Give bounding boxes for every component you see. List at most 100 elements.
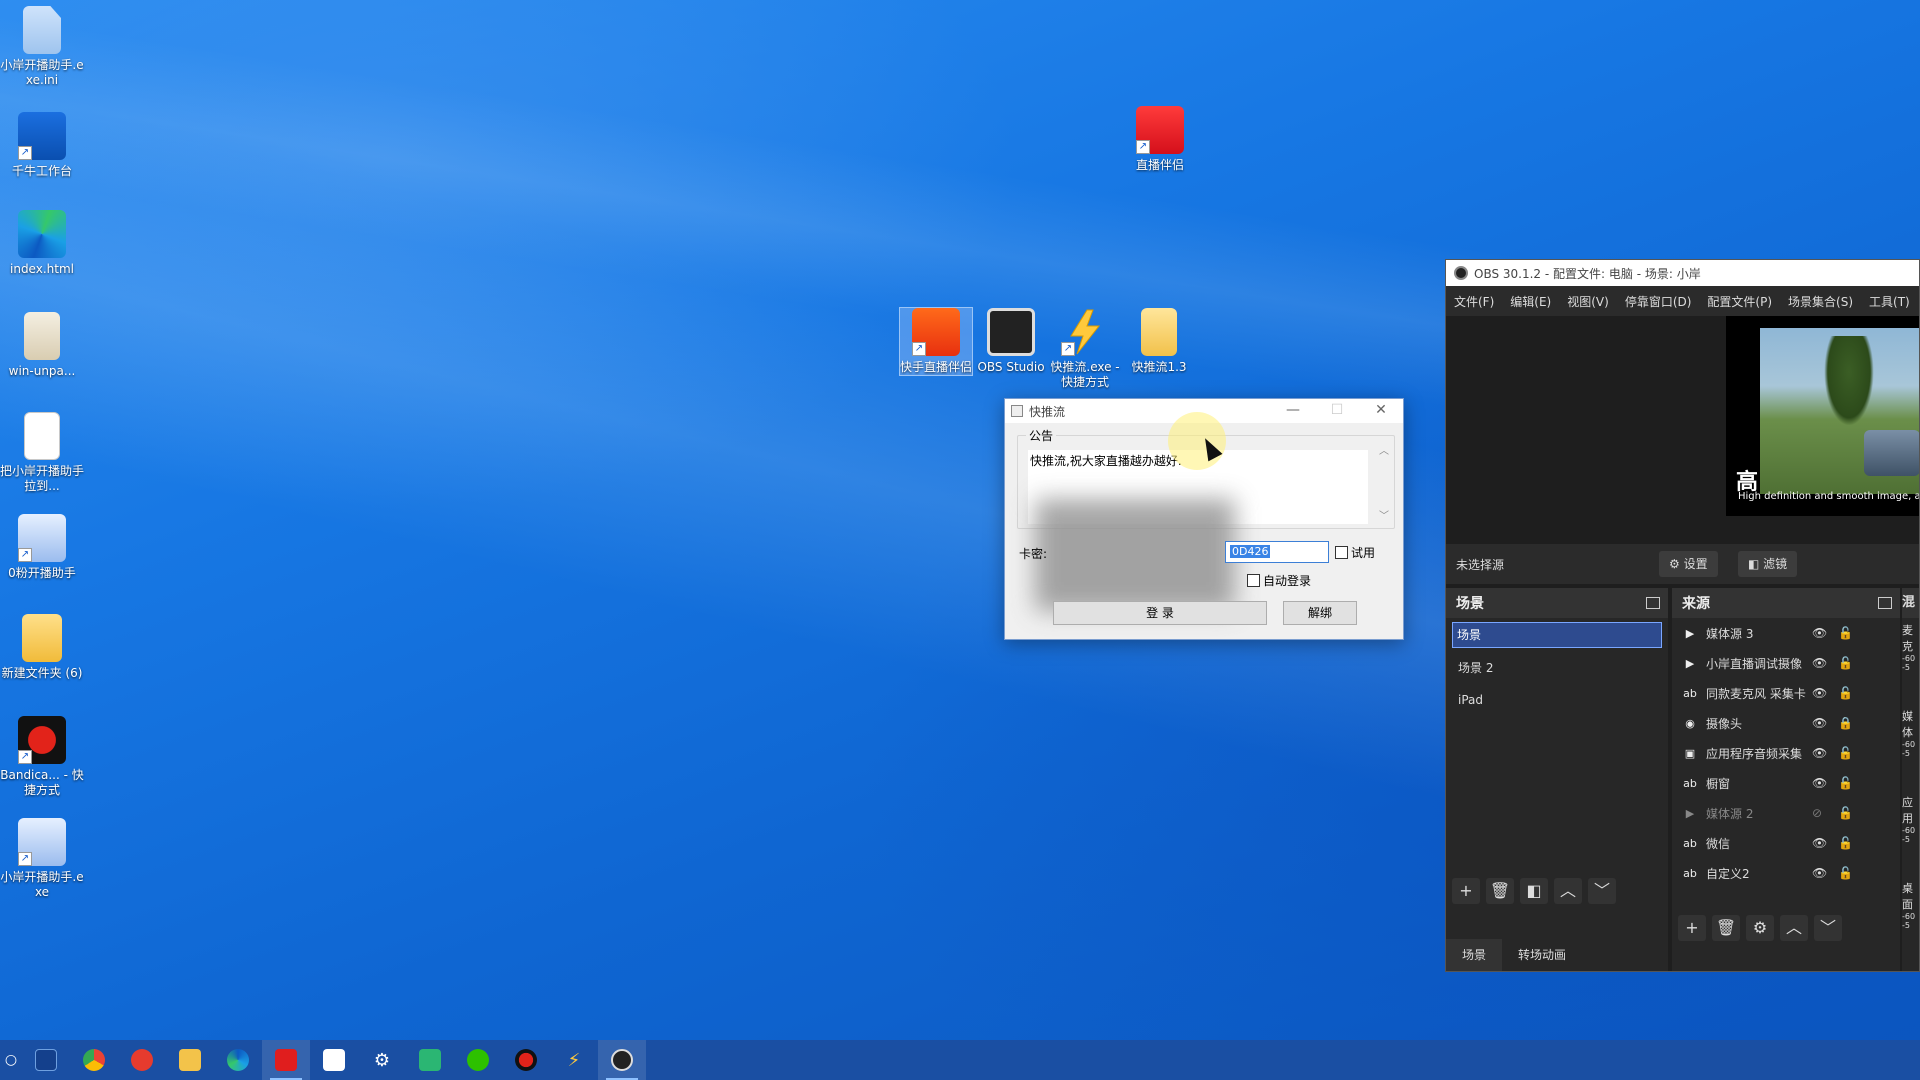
lock-icon[interactable]: 🔓	[1838, 866, 1853, 880]
menu-scene-collection[interactable]: 场景集合(S)	[1780, 293, 1861, 310]
arrow-down-icon[interactable]: ﹀	[1814, 915, 1842, 941]
menu-profile[interactable]: 配置文件(P)	[1699, 293, 1780, 310]
tab-scenes[interactable]: 场景	[1446, 939, 1503, 971]
taskbar-app-edge[interactable]	[214, 1040, 262, 1080]
source-settings-button[interactable]: ⚙ 设置	[1659, 551, 1718, 577]
desktop-icon-live-partner[interactable]: ↗ 直播伴侣	[1118, 106, 1202, 173]
desktop-icon-bandicam[interactable]: ↗ Bandica... - 快捷方式	[0, 716, 84, 798]
unbind-button[interactable]: 解绑	[1283, 601, 1357, 625]
notice-scrollbar[interactable]: ︿ ﹀	[1376, 442, 1392, 522]
scroll-up-icon[interactable]: ︿	[1379, 442, 1389, 457]
source-item[interactable]: ab 自定义2 👁 🔓	[1672, 858, 1900, 888]
lock-icon[interactable]: 🔒	[1838, 716, 1853, 730]
eye-icon[interactable]: 👁	[1812, 686, 1827, 700]
taskbar-app-kuaituiliu[interactable]: ⚡	[550, 1040, 598, 1080]
scene-item[interactable]: 场景 2	[1446, 652, 1668, 684]
source-item[interactable]: ▶ 媒体源 2 ⊘ 🔓	[1672, 798, 1900, 828]
desktop-icon-ini-file[interactable]: 小岸开播助手.exe.ini	[0, 6, 84, 88]
gear-icon: ⚙	[373, 1049, 391, 1071]
desktop-icon-obs-studio[interactable]: OBS Studio	[974, 308, 1048, 375]
source-item[interactable]: ▶ 媒体源 3 👁 🔓	[1672, 618, 1900, 648]
undock-icon[interactable]	[1878, 597, 1892, 609]
desktop-icon-new-folder[interactable]: 新建文件夹 (6)	[0, 614, 84, 681]
add-icon[interactable]: +	[1678, 915, 1706, 941]
menu-docks[interactable]: 停靠窗口(D)	[1617, 293, 1700, 310]
eye-icon[interactable]: 👁	[1812, 656, 1827, 670]
trial-checkbox[interactable]: 试用	[1335, 544, 1375, 561]
obs-title-bar[interactable]: OBS 30.1.2 - 配置文件: 电脑 - 场景: 小岸	[1446, 260, 1919, 286]
scene-item[interactable]: 场景	[1452, 622, 1662, 648]
lock-icon[interactable]: 🔓	[1838, 626, 1853, 640]
lock-icon[interactable]: 🔓	[1838, 806, 1853, 820]
source-item[interactable]: ◉ 摄像头 👁 🔒	[1672, 708, 1900, 738]
menu-view[interactable]: 视图(V)	[1559, 293, 1617, 310]
lock-icon[interactable]: 🔓	[1838, 656, 1853, 670]
maximize-button[interactable]: ☐	[1315, 399, 1359, 423]
lock-icon[interactable]: 🔓	[1838, 836, 1853, 850]
eye-icon[interactable]: 👁	[1812, 746, 1827, 760]
eye-icon[interactable]: 👁	[1812, 866, 1827, 880]
card-key-input[interactable]: 0D426	[1225, 541, 1329, 563]
desktop-icon-win-unpacked[interactable]: win-unpa...	[0, 312, 84, 379]
desktop-icon-qianniu[interactable]: ↗ 千牛工作台	[0, 112, 84, 179]
desktop-icon-kuaituiliu-folder[interactable]: 快推流1.3	[1122, 308, 1196, 375]
source-item[interactable]: ab 微信 👁 🔓	[1672, 828, 1900, 858]
eye-icon[interactable]: 👁	[1812, 776, 1827, 790]
scene-item[interactable]: iPad	[1446, 684, 1668, 716]
tab-transitions[interactable]: 转场动画	[1502, 939, 1582, 971]
arrow-down-icon[interactable]: ﹀	[1588, 878, 1616, 904]
trash-icon[interactable]: 🗑	[1486, 878, 1514, 904]
taskbar-app-obs[interactable]	[598, 1040, 646, 1080]
scroll-down-icon[interactable]: ﹀	[1379, 507, 1389, 522]
desktop-icon-kuaituiliu-shortcut[interactable]: ↗ 快推流.exe - 快捷方式	[1048, 308, 1122, 390]
text-source-icon: ab	[1683, 776, 1697, 790]
auto-login-checkbox[interactable]: 自动登录	[1247, 572, 1311, 589]
arrow-up-icon[interactable]: ︿	[1780, 915, 1808, 941]
minimize-button[interactable]: —	[1271, 399, 1315, 423]
folder-icon	[22, 614, 62, 662]
taskbar-app-qianniu[interactable]	[310, 1040, 358, 1080]
undock-icon[interactable]	[1646, 597, 1660, 609]
lock-icon[interactable]: 🔓	[1838, 776, 1853, 790]
folder-drive-icon	[24, 312, 60, 360]
eye-icon[interactable]: 👁	[1812, 716, 1827, 730]
taskbar-app-chrome[interactable]	[70, 1040, 118, 1080]
taskbar-app-kuaishou[interactable]	[22, 1040, 70, 1080]
desktop-icon-kuaishou-live[interactable]: ↗ 快手直播伴侣	[899, 307, 973, 376]
app-icon	[419, 1049, 441, 1071]
eye-icon[interactable]: 👁	[1812, 836, 1827, 850]
taskbar-app-terminal[interactable]	[406, 1040, 454, 1080]
lock-icon[interactable]: 🔓	[1838, 686, 1853, 700]
source-item[interactable]: ▣ 应用程序音频采集 👁 🔓	[1672, 738, 1900, 768]
eye-hidden-icon[interactable]: ⊘	[1812, 806, 1822, 820]
taskbar-app-wechat[interactable]	[454, 1040, 502, 1080]
filter-icon[interactable]: ◧	[1520, 878, 1548, 904]
taskbar-app-bandicam[interactable]	[502, 1040, 550, 1080]
source-item[interactable]: ab 同款麦克风 采集卡 👁 🔓	[1672, 678, 1900, 708]
add-icon[interactable]: +	[1452, 878, 1480, 904]
source-filters-button[interactable]: ◧ 滤镜	[1738, 551, 1798, 577]
desktop-icon-index-html[interactable]: index.html	[0, 210, 84, 277]
trash-icon[interactable]: 🗑	[1712, 915, 1740, 941]
source-item[interactable]: ▶ 小岸直播调试摄像 👁 🔓	[1672, 648, 1900, 678]
menu-tools[interactable]: 工具(T)	[1861, 293, 1918, 310]
login-button[interactable]: 登 录	[1053, 601, 1267, 625]
taskbar-app-live[interactable]	[262, 1040, 310, 1080]
menu-edit[interactable]: 编辑(E)	[1502, 293, 1559, 310]
lock-icon[interactable]: 🔓	[1838, 746, 1853, 760]
gear-icon[interactable]: ⚙	[1746, 915, 1774, 941]
source-item[interactable]: ab 橱窗 👁 🔓	[1672, 768, 1900, 798]
close-button[interactable]: ✕	[1359, 399, 1403, 423]
desktop-icon-0fans[interactable]: ↗ 0粉开播助手	[0, 514, 84, 581]
menu-file[interactable]: 文件(F)	[1446, 293, 1502, 310]
app-audio-icon: ▣	[1684, 746, 1696, 760]
obs-preview[interactable]: 高 High definition and smooth image, au	[1446, 316, 1919, 534]
taskbar-app-explorer[interactable]	[166, 1040, 214, 1080]
eye-icon[interactable]: 👁	[1812, 626, 1827, 640]
desktop-icon-text-doc[interactable]: 把小岸开播助手拉到...	[0, 412, 84, 494]
taskbar-app-netease[interactable]	[118, 1040, 166, 1080]
search-icon[interactable]: ○	[0, 1040, 22, 1080]
arrow-up-icon[interactable]: ︿	[1554, 878, 1582, 904]
taskbar-settings[interactable]: ⚙	[358, 1040, 406, 1080]
desktop-icon-xiaoan-exe[interactable]: ↗ 小岸开播助手.exe	[0, 818, 84, 900]
